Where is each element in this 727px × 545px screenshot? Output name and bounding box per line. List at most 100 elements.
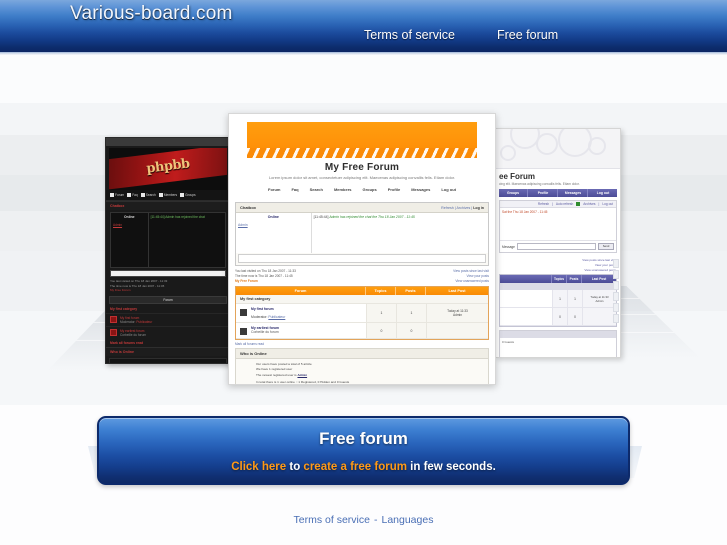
auto-refresh-link[interactable]: Auto refresh	[556, 202, 573, 206]
forum-table: Forum Topics Posts Last Post My first ca…	[235, 286, 489, 341]
thumb-left-chat-user[interactable]: Admin	[113, 223, 146, 227]
mark-all-forums-read-link[interactable]: Mark all forums read	[229, 340, 495, 348]
archives-link[interactable]: Archives	[583, 202, 595, 206]
thumb-left-nav-item[interactable]: Groups	[180, 193, 196, 197]
thumb-right-meta: View posts since last visit View your po…	[582, 258, 616, 272]
chatbox-archives-link[interactable]: Archives	[457, 206, 471, 210]
thumb-left-row2-sub: Corbeille du forum	[120, 332, 147, 337]
forum-row-posts: 1	[396, 304, 426, 323]
forum-row-title[interactable]: My first forum	[251, 307, 285, 311]
forum-nav-members[interactable]: Members	[334, 187, 352, 192]
chatbox-body: Online Admin [11:45:44] Admin has rejoin…	[236, 213, 488, 253]
view-unanswered-posts-link[interactable]: View unanswered posts	[453, 279, 489, 284]
site-header: Various-board.com Terms of service Free …	[0, 0, 727, 52]
col-posts: Posts	[396, 287, 426, 296]
chatbox-title: Chatbox	[240, 205, 256, 210]
nav-free-forum[interactable]: Free forum	[497, 28, 558, 42]
moderator-label: Moderator:	[251, 315, 268, 320]
chatbox-header: Chatbox Refresh | Archives | Log in	[236, 203, 488, 213]
thumb-left-mark-read[interactable]: Mark all forums read	[106, 339, 230, 347]
chat-message-text: Admin has rejoined the chat the Thu 18 J…	[329, 215, 415, 219]
thumb-left-chat-userlist: Online Admin	[111, 213, 149, 267]
thumb-right-banner	[496, 129, 620, 169]
table-row[interactable]: My earliest forum Corbeille du forum	[106, 325, 230, 339]
forum-name-text: My Free Forum	[235, 279, 258, 284]
forum-description: Lorem ipsum dolor sit amet, consectetuer…	[268, 175, 456, 180]
chatbox-refresh-link[interactable]: Refresh	[441, 206, 454, 210]
thumb-right-chat-inputrow: Message Send	[500, 240, 616, 252]
chatbox-login-link[interactable]: Log in	[473, 206, 484, 210]
forum-status-icon	[110, 316, 117, 323]
thumb-left-who-body: Our users have posted a total of 5 artic…	[109, 357, 227, 363]
forum-status-icon	[240, 309, 247, 317]
thumb-right-nav-item[interactable]: Log out	[589, 189, 617, 197]
forum-theme-thumbnail-purple[interactable]: ee Forum cing elit. Maecenas adipiscing …	[495, 128, 621, 358]
forum-banner	[247, 122, 477, 158]
create-free-forum-button[interactable]: Free forum Click here to create a free f…	[97, 416, 630, 485]
table-row[interactable]: My first forum Moderator: Publicateur	[106, 312, 230, 326]
thumb-left-chat-status: Online	[124, 215, 135, 219]
cta-click-here[interactable]: Click here	[231, 461, 286, 473]
forum-nav-groups[interactable]: Groups	[363, 187, 377, 192]
table-row[interactable]: 0 0	[500, 308, 616, 327]
forum-row-subtitle: Corbeille du forum	[251, 330, 279, 335]
cta-create-a-free-forum[interactable]: create a free forum	[303, 461, 407, 473]
table-row[interactable]: My first forum Moderator: Publicateur 1 …	[236, 304, 488, 324]
footer-languages[interactable]: Languages	[381, 514, 433, 526]
forum-nav[interactable]: Forum Faq Search Members Groups Profile …	[229, 187, 495, 195]
thumb-right-chatbox-links[interactable]: Refresh | Auto refresh Archives | Log ou…	[500, 201, 616, 208]
forum-row-topics: 0	[366, 323, 396, 339]
cta-title: Free forum	[319, 428, 408, 448]
chatbox-links[interactable]: Refresh | Archives | Log in	[441, 206, 484, 210]
thumb-left-visit-info: You last visited on Thu 18 Jan 2007 - 11…	[106, 277, 230, 295]
forum-theme-thumbnail-dark[interactable]: phpbb Forum Faq Search Members Groups Ch…	[105, 137, 231, 364]
thumb-left-nav-item[interactable]: Faq	[127, 193, 138, 197]
thumb-left-chat-message: [11:45:44] Admin has rejoined the chat	[150, 215, 205, 219]
send-button[interactable]: Send	[598, 243, 614, 250]
forum-nav-faq[interactable]: Faq	[291, 187, 298, 192]
forum-category-row: My first category	[236, 295, 488, 305]
forum-nav-messages[interactable]: Messages	[411, 187, 430, 192]
thumb-left-forum-name: My Free Forum	[110, 288, 131, 292]
table-row[interactable]: My earliest forum Corbeille du forum 0 0	[236, 323, 488, 340]
message-input[interactable]	[516, 243, 596, 250]
thumb-right-category	[500, 283, 616, 291]
thumb-left-nav-item[interactable]: Search	[140, 193, 156, 197]
forum-nav-logout[interactable]: Log out	[441, 187, 456, 192]
moderator-link[interactable]: Publicateur	[268, 315, 285, 319]
chatbox-user-admin[interactable]: Admin	[238, 223, 309, 227]
thumb-left-row1-mod[interactable]: Publicateur	[136, 320, 152, 324]
thumb-left-chatbox-title: Chatbox	[106, 201, 230, 210]
thumb-right-nav[interactable]: Groups Profile Messages Log out	[499, 189, 617, 197]
footer-terms-of-service[interactable]: Terms of service	[294, 514, 370, 526]
thumb-right-nav-item[interactable]: Groups	[499, 189, 528, 197]
thumb-right-nav-item[interactable]: Profile	[529, 189, 558, 197]
who-newest-user: The newest registered user is Admin	[256, 372, 308, 377]
thumb-left-row2-title[interactable]: My earliest forum	[120, 329, 146, 333]
chatbox-input[interactable]	[238, 254, 486, 263]
thumb-right-chat-messages: Sat the Thu 18 Jan 2007 - 11:45	[502, 210, 548, 214]
forum-nav-profile[interactable]: Profile	[388, 187, 400, 192]
forum-nav-search[interactable]: Search	[310, 187, 323, 192]
cta-subtitle: Click here to create a free forum in few…	[231, 461, 496, 473]
newest-user-link[interactable]: Admin	[297, 373, 307, 377]
thumb-left-chat-input[interactable]	[110, 270, 226, 277]
forum-nav-forum[interactable]: Forum	[268, 187, 280, 192]
cta-to: to	[286, 460, 304, 473]
refresh-link[interactable]: Refresh	[538, 202, 549, 206]
thumb-left-nav[interactable]: Forum Faq Search Members Groups	[106, 190, 230, 201]
thumb-right-sidebar	[612, 257, 620, 353]
thumb-right-chatbox: Refresh | Auto refresh Archives | Log ou…	[499, 200, 617, 253]
thumb-left-table-header: Forum	[109, 295, 227, 304]
table-row[interactable]: 1 1 Today at 11:33 Admin	[500, 290, 616, 309]
thumb-left-nav-item[interactable]: Members	[158, 193, 177, 197]
checkbox-icon[interactable]	[576, 202, 581, 206]
forum-row-posts: 0	[396, 323, 426, 339]
logout-link[interactable]: Log out	[602, 202, 613, 206]
thumb-right-nav-item[interactable]: Messages	[559, 189, 588, 197]
nav-terms-of-service[interactable]: Terms of service	[364, 28, 455, 42]
page-root: Various-board.com Terms of service Free …	[0, 0, 727, 545]
thumb-left-nav-item[interactable]: Forum	[110, 193, 124, 197]
cta-tail: in few seconds.	[406, 460, 496, 473]
forum-theme-thumbnail-featured[interactable]: My Free Forum Lorem ipsum dolor sit amet…	[228, 113, 496, 385]
